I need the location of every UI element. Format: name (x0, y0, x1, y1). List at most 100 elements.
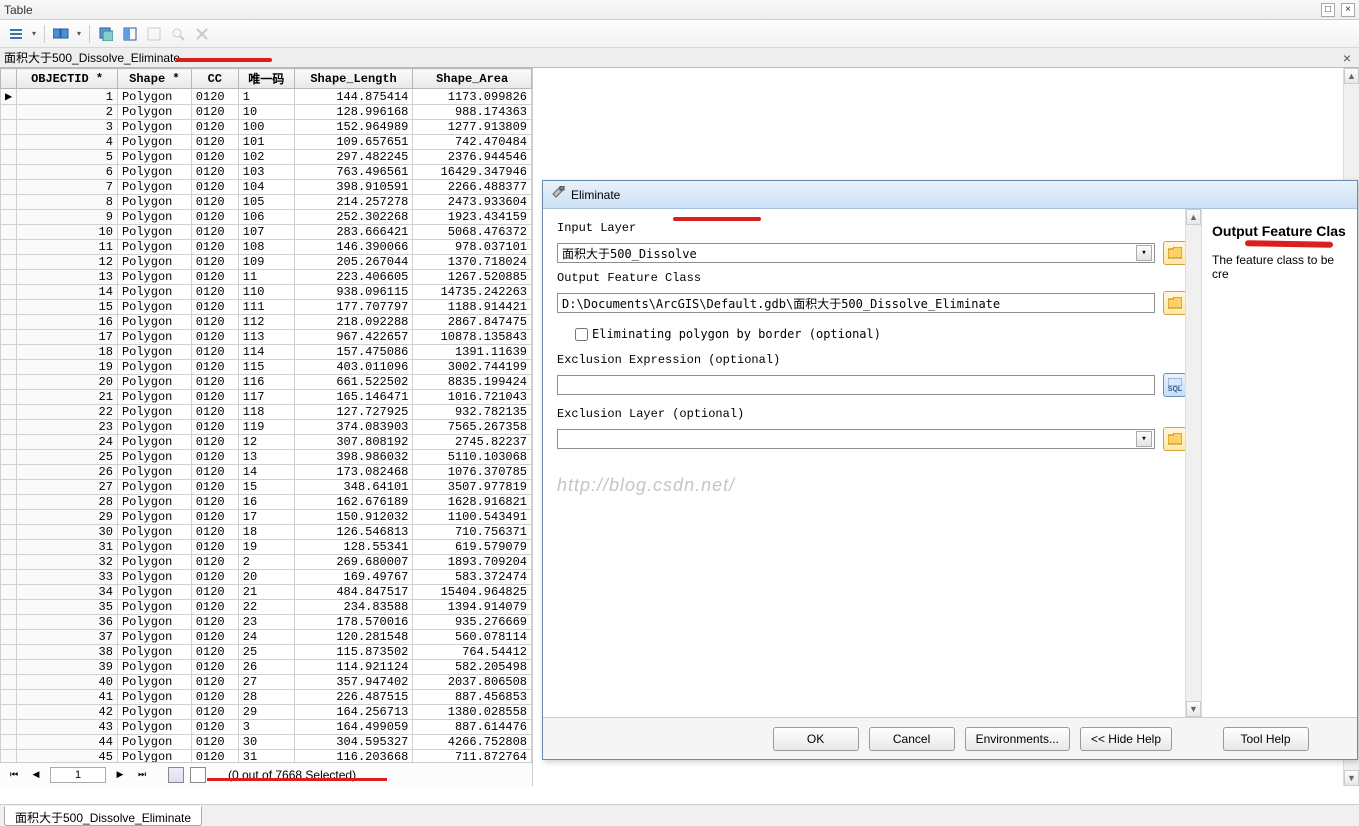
output-fc-input[interactable]: D:\Documents\ArcGIS\Default.gdb\面积大于500_… (557, 293, 1155, 313)
row-selector[interactable] (1, 510, 17, 525)
combo-dropdown-icon[interactable]: ▾ (1136, 245, 1152, 261)
table-row[interactable]: 34 Polygon 0120 21 484.847517 15404.9648… (1, 585, 532, 600)
browse-output-button[interactable] (1163, 291, 1187, 315)
table-row[interactable]: 42 Polygon 0120 29 164.256713 1380.02855… (1, 705, 532, 720)
dropdown-icon[interactable]: ▾ (75, 29, 83, 38)
table-row[interactable]: 40 Polygon 0120 27 357.947402 2037.80650… (1, 675, 532, 690)
clear-selection-button[interactable] (144, 24, 164, 44)
row-selector[interactable] (1, 165, 17, 180)
window-restore-button[interactable]: □ (1321, 3, 1335, 17)
table-row[interactable]: 35 Polygon 0120 22 234.83588 1394.914079 (1, 600, 532, 615)
row-selector[interactable] (1, 210, 17, 225)
row-selector[interactable] (1, 690, 17, 705)
scroll-down-icon[interactable]: ▼ (1344, 770, 1359, 786)
table-row[interactable]: 38 Polygon 0120 25 115.873502 764.54412 (1, 645, 532, 660)
row-selector[interactable] (1, 105, 17, 120)
table-row[interactable]: 29 Polygon 0120 17 150.912032 1100.54349… (1, 510, 532, 525)
row-selector[interactable] (1, 615, 17, 630)
show-selected-records-button[interactable] (190, 767, 206, 783)
nav-prev-button[interactable]: ◀ (28, 767, 44, 783)
row-selector[interactable] (1, 435, 17, 450)
row-selector[interactable] (1, 735, 17, 750)
row-selector[interactable] (1, 180, 17, 195)
table-row[interactable]: 14 Polygon 0120 110 938.096115 14735.242… (1, 285, 532, 300)
row-selector-header[interactable] (1, 69, 17, 89)
input-layer-combo[interactable]: 面积大于500_Dissolve ▾ (557, 243, 1155, 263)
row-selector[interactable] (1, 540, 17, 555)
row-selector[interactable] (1, 570, 17, 585)
table-row[interactable]: 2 Polygon 0120 10 128.996168 988.174363 (1, 105, 532, 120)
row-selector[interactable] (1, 255, 17, 270)
table-row[interactable]: 11 Polygon 0120 108 146.390066 978.03710… (1, 240, 532, 255)
row-selector[interactable] (1, 315, 17, 330)
table-row[interactable]: 5 Polygon 0120 102 297.482245 2376.94454… (1, 150, 532, 165)
table-row[interactable]: 9 Polygon 0120 106 252.302268 1923.43415… (1, 210, 532, 225)
table-row[interactable]: 20 Polygon 0120 116 661.522502 8835.1994… (1, 375, 532, 390)
ok-button[interactable]: OK (773, 727, 859, 751)
table-row[interactable]: 39 Polygon 0120 26 114.921124 582.205498 (1, 660, 532, 675)
table-row[interactable]: 43 Polygon 0120 3 164.499059 887.614476 (1, 720, 532, 735)
tool-help-button[interactable]: Tool Help (1223, 727, 1309, 751)
table-row[interactable]: 32 Polygon 0120 2 269.680007 1893.709204 (1, 555, 532, 570)
table-row[interactable]: 19 Polygon 0120 115 403.011096 3002.7441… (1, 360, 532, 375)
related-tables-button[interactable] (51, 24, 71, 44)
row-selector[interactable] (1, 660, 17, 675)
table-row[interactable]: 37 Polygon 0120 24 120.281548 560.078114 (1, 630, 532, 645)
show-all-records-button[interactable] (168, 767, 184, 783)
row-selector[interactable] (1, 450, 17, 465)
table-row[interactable]: 13 Polygon 0120 11 223.406605 1267.52088… (1, 270, 532, 285)
browse-input-button[interactable] (1163, 241, 1187, 265)
row-selector[interactable] (1, 750, 17, 763)
nav-position-input[interactable] (50, 767, 106, 783)
window-close-button[interactable]: × (1341, 3, 1355, 17)
bottom-tab[interactable]: 面积大于500_Dissolve_Eliminate (4, 806, 202, 826)
row-selector[interactable] (1, 495, 17, 510)
table-row[interactable]: 23 Polygon 0120 119 374.083903 7565.2673… (1, 420, 532, 435)
table-row[interactable]: 12 Polygon 0120 109 205.267044 1370.7180… (1, 255, 532, 270)
exclusion-expression-input[interactable] (557, 375, 1155, 395)
table-row[interactable]: 30 Polygon 0120 18 126.546813 710.756371 (1, 525, 532, 540)
row-selector[interactable] (1, 555, 17, 570)
combo-dropdown-icon[interactable]: ▾ (1136, 431, 1152, 447)
row-selector[interactable] (1, 390, 17, 405)
table-row[interactable]: 28 Polygon 0120 16 162.676189 1628.91682… (1, 495, 532, 510)
row-selector[interactable] (1, 465, 17, 480)
row-selector[interactable] (1, 135, 17, 150)
nav-next-button[interactable]: ▶ (112, 767, 128, 783)
table-row[interactable]: 36 Polygon 0120 23 178.570016 935.276669 (1, 615, 532, 630)
environments-button[interactable]: Environments... (965, 727, 1070, 751)
column-header[interactable]: Shape_Area (413, 69, 532, 89)
hide-help-button[interactable]: << Hide Help (1080, 727, 1172, 751)
delete-selected-button[interactable] (192, 24, 212, 44)
table-row[interactable]: 6 Polygon 0120 103 763.496561 16429.3479… (1, 165, 532, 180)
row-selector[interactable] (1, 525, 17, 540)
select-by-attributes-button[interactable] (96, 24, 116, 44)
table-row[interactable]: 17 Polygon 0120 113 967.422657 10878.135… (1, 330, 532, 345)
table-row[interactable]: 33 Polygon 0120 20 169.49767 583.372474 (1, 570, 532, 585)
table-row[interactable]: 22 Polygon 0120 118 127.727925 932.78213… (1, 405, 532, 420)
row-selector[interactable] (1, 195, 17, 210)
column-header[interactable]: Shape * (117, 69, 191, 89)
zoom-selected-button[interactable] (168, 24, 188, 44)
table-row[interactable]: 8 Polygon 0120 105 214.257278 2473.93360… (1, 195, 532, 210)
row-selector[interactable] (1, 150, 17, 165)
nav-first-button[interactable]: ⏮ (6, 767, 22, 783)
row-selector[interactable] (1, 600, 17, 615)
exclusion-layer-combo[interactable]: ▾ (557, 429, 1155, 449)
row-selector[interactable] (1, 405, 17, 420)
scroll-down-icon[interactable]: ▼ (1186, 701, 1201, 717)
table-row[interactable]: 15 Polygon 0120 111 177.707797 1188.9144… (1, 300, 532, 315)
column-header[interactable]: Shape_Length (294, 69, 413, 89)
switch-selection-button[interactable] (120, 24, 140, 44)
tab-close-button[interactable]: × (1339, 50, 1355, 66)
table-row[interactable]: 45 Polygon 0120 31 116.203668 711.872764 (1, 750, 532, 763)
row-selector[interactable] (1, 120, 17, 135)
row-selector[interactable]: ▶ (1, 89, 17, 105)
row-selector[interactable] (1, 240, 17, 255)
row-selector[interactable] (1, 300, 17, 315)
nav-last-button[interactable]: ⏭ (134, 767, 150, 783)
scroll-up-icon[interactable]: ▲ (1344, 68, 1359, 84)
table-row[interactable]: 44 Polygon 0120 30 304.595327 4266.75280… (1, 735, 532, 750)
row-selector[interactable] (1, 675, 17, 690)
row-selector[interactable] (1, 420, 17, 435)
